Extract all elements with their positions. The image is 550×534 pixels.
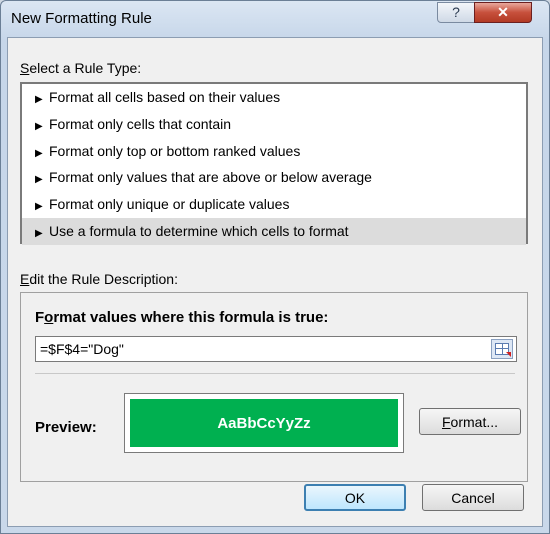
triangle-right-icon: ▶ [35,201,43,213]
preview-box: AaBbCcYyZz [124,393,404,453]
rule-item-top-bottom[interactable]: ▶ Format only top or bottom ranked values [22,138,526,165]
preview-sample: AaBbCcYyZz [130,399,398,447]
dialog-body: Select a Rule Type: ▶ Format all cells ba… [7,37,543,527]
rule-item-unique-duplicate[interactable]: ▶ Format only unique or duplicate values [22,191,526,218]
ok-button[interactable]: OK [304,484,406,511]
format-button[interactable]: Format... [419,408,521,435]
rule-type-label: Select a Rule Type: [20,60,142,76]
title-bar[interactable]: New Formatting Rule ? ✕ [1,1,549,37]
rule-item-formula[interactable]: ▶ Use a formula to determine which cells … [22,217,526,245]
triangle-right-icon: ▶ [35,94,43,105]
triangle-right-icon: ▶ [35,120,43,132]
rule-description-panel: Format values where this formula is true… [20,292,528,482]
rule-item-above-below-average[interactable]: ▶ Format only values that are above or be… [22,164,526,191]
rule-item-all-cells[interactable]: ▶ Format all cells based on their values [22,84,526,111]
collapse-dialog-button[interactable] [491,339,513,359]
triangle-right-icon: ▶ [35,174,43,186]
formula-input[interactable]: =$F$4="Dog" [35,336,517,362]
dialog-title: New Formatting Rule [11,10,152,27]
arrow-icon [506,352,511,357]
rule-item-cells-contain[interactable]: ▶ Format only cells that contain [22,111,526,138]
triangle-right-icon: ▶ [35,227,43,239]
rule-type-list[interactable]: ▶ Format all cells based on their values … [20,82,528,245]
formula-title: Format values where this formula is true… [35,309,329,326]
triangle-right-icon: ▶ [35,147,43,159]
preview-label: Preview: [35,419,97,436]
cancel-button[interactable]: Cancel [422,484,524,511]
help-button[interactable]: ? [437,2,475,23]
close-button[interactable]: ✕ [474,2,532,23]
rule-description-label: Edit the Rule Description: [20,271,178,287]
dialog-window: New Formatting Rule ? ✕ Select a Rule Ty… [0,0,550,534]
divider [35,373,515,374]
formula-value: =$F$4="Dog" [40,341,124,357]
